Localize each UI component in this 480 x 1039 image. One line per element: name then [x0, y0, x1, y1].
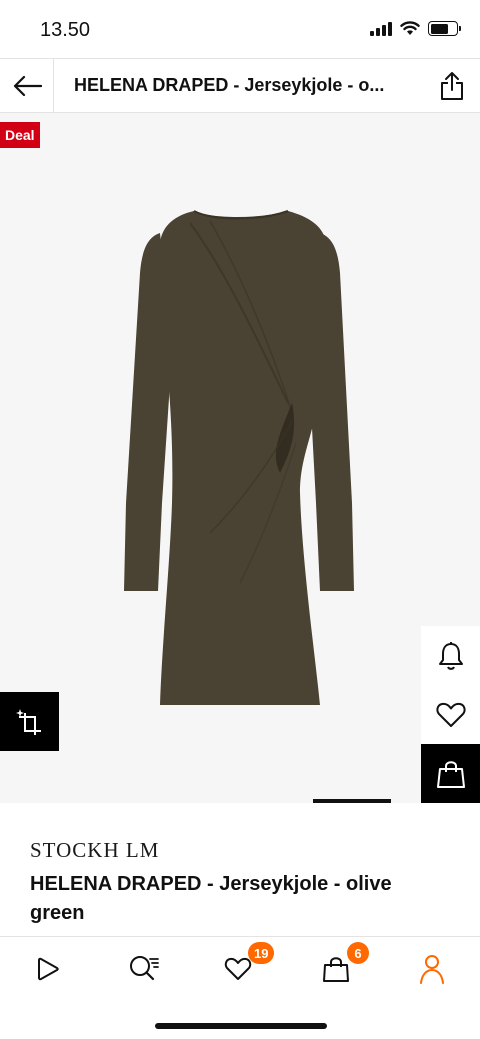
product-image-gallery[interactable]: Deal	[0, 113, 480, 803]
cellular-signal-icon	[370, 21, 392, 36]
bag-count-badge: 6	[347, 942, 369, 964]
product-image-dress	[124, 210, 354, 705]
bottom-navigation: 19 6	[0, 936, 480, 1000]
nav-discover[interactable]	[24, 947, 72, 991]
share-icon	[441, 71, 463, 100]
play-icon	[38, 957, 59, 981]
back-button[interactable]	[0, 58, 54, 113]
battery-icon	[428, 21, 461, 36]
nav-search[interactable]	[120, 947, 168, 991]
wishlist-button[interactable]	[421, 685, 480, 744]
product-name: HELENA DRAPED - Jerseykjole - olive gree…	[30, 873, 392, 924]
status-bar: 13.50	[0, 0, 480, 58]
bag-icon	[323, 957, 349, 982]
bell-icon	[438, 641, 463, 670]
arrow-left-icon	[13, 75, 42, 96]
wishlist-count-badge: 19	[248, 942, 275, 964]
add-to-bag-button[interactable]	[421, 744, 480, 803]
product-header: HELENA DRAPED - Jerseykjole - o...	[0, 58, 480, 113]
compare-button[interactable]	[0, 692, 59, 751]
status-icons	[370, 21, 461, 36]
nav-profile[interactable]	[408, 947, 456, 991]
heart-icon	[224, 957, 252, 980]
shopping-bag-icon	[436, 760, 465, 788]
status-time: 13.50	[40, 19, 91, 41]
notify-button[interactable]	[421, 626, 480, 685]
share-button[interactable]	[424, 59, 480, 113]
brand-name[interactable]: STOCKH LM	[30, 838, 159, 863]
crop-compare-icon	[15, 708, 41, 735]
wifi-icon	[400, 21, 420, 35]
deal-badge: Deal	[0, 122, 40, 148]
header-title: HELENA DRAPED - Jerseykjole - o...	[74, 75, 385, 95]
gallery-position-indicator	[313, 799, 391, 803]
home-indicator	[155, 1023, 327, 1029]
profile-icon	[420, 955, 444, 984]
side-actions	[421, 626, 480, 803]
search-list-icon	[130, 956, 159, 981]
heart-icon	[435, 702, 466, 727]
